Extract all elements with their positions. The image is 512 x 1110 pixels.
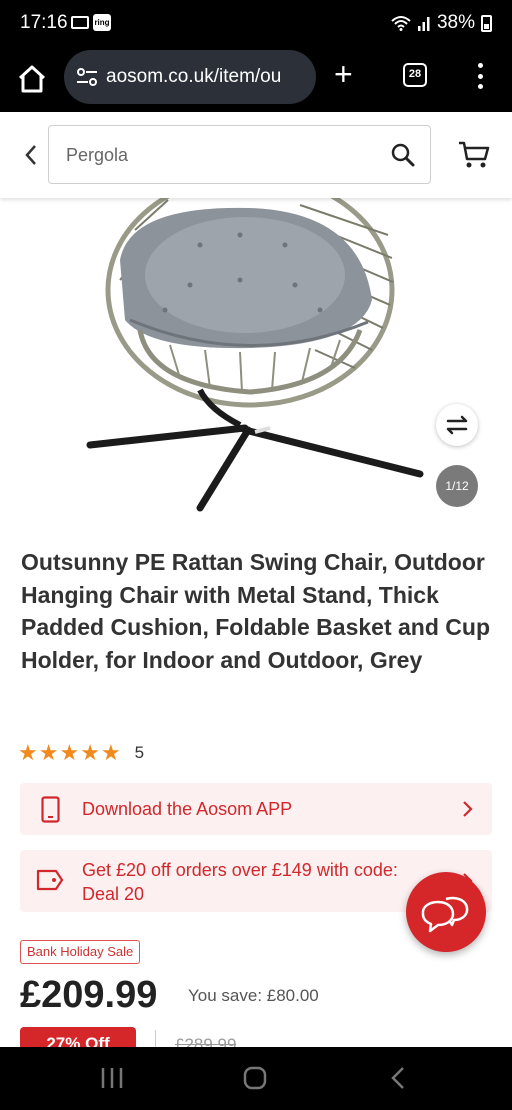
- home-icon[interactable]: [15, 62, 49, 96]
- original-price: £289.99: [175, 1027, 236, 1047]
- price-divider: [155, 1030, 156, 1047]
- battery-icon: [481, 14, 492, 32]
- status-bar: 17:16 ring 38%: [0, 0, 512, 46]
- status-time: 17:16: [20, 12, 68, 33]
- discount-badge: 27% Off: [20, 1027, 136, 1047]
- mobile-phone-icon: [41, 796, 60, 823]
- current-price: £209.99: [20, 974, 158, 1016]
- battery-percent: 38%: [436, 12, 475, 33]
- product-image-gallery[interactable]: [0, 198, 512, 518]
- wifi-icon: [391, 16, 411, 31]
- browser-toolbar: aosom.co.uk/item/ou + 28: [0, 46, 512, 112]
- star-icon: ★: [100, 740, 121, 765]
- cart-icon[interactable]: [458, 140, 490, 170]
- browser-menu-icon[interactable]: [471, 60, 489, 92]
- search-input[interactable]: [66, 141, 366, 169]
- product-title: Outsunny PE Rattan Swing Chair, Outdoor …: [21, 549, 490, 673]
- mail-notification-icon: [71, 16, 89, 29]
- tab-switcher-button[interactable]: 28: [403, 63, 427, 87]
- search-icon[interactable]: [390, 142, 416, 168]
- image-counter: 1/12: [436, 465, 478, 507]
- discount-label: 27% Off: [20, 1027, 136, 1047]
- original-price-label: £289.99: [175, 1035, 237, 1047]
- star-icon: ★: [80, 740, 100, 765]
- back-nav-icon[interactable]: [388, 1065, 408, 1091]
- site-settings-icon[interactable]: [76, 67, 98, 87]
- ring-notification-icon: ring: [93, 14, 111, 31]
- star-rating: ★ ★ ★ ★ ★: [18, 741, 121, 765]
- sale-badge: Bank Holiday Sale: [20, 940, 141, 964]
- swap-arrows-icon: [446, 415, 468, 435]
- back-arrow-icon[interactable]: [22, 142, 40, 168]
- coupon-tag-icon: [36, 869, 64, 891]
- recent-apps-icon[interactable]: [100, 1065, 124, 1091]
- signal-icon: [417, 17, 430, 31]
- home-nav-icon[interactable]: [242, 1065, 268, 1091]
- coupon-text: Get £20 off orders over £149 with code:: [82, 860, 398, 880]
- star-icon: ★: [38, 740, 59, 765]
- chat-button[interactable]: [406, 872, 486, 952]
- url-text: aosom.co.uk/item/ou: [106, 66, 282, 87]
- new-tab-icon[interactable]: +: [334, 58, 353, 90]
- you-save-text: You save: £80.00: [188, 986, 319, 1005]
- chevron-right-icon: [463, 801, 473, 817]
- address-bar[interactable]: aosom.co.uk/item/ou: [64, 50, 316, 104]
- download-app-banner[interactable]: Download the Aosom APP: [20, 783, 492, 835]
- review-count: 5: [134, 743, 145, 762]
- product-image: [86, 198, 424, 512]
- download-app-label: Download the Aosom APP: [82, 799, 293, 819]
- chat-bubbles-icon: [421, 896, 469, 933]
- product-rating[interactable]: ★ ★ ★ ★ ★ 5: [18, 741, 144, 765]
- coupon-code: Deal 20: [82, 884, 145, 904]
- star-icon: ★: [18, 740, 38, 765]
- star-icon: ★: [59, 740, 80, 765]
- compare-button[interactable]: [436, 404, 478, 446]
- system-navigation-bar: [0, 1047, 512, 1110]
- search-box[interactable]: [48, 125, 431, 184]
- site-header: [0, 112, 512, 198]
